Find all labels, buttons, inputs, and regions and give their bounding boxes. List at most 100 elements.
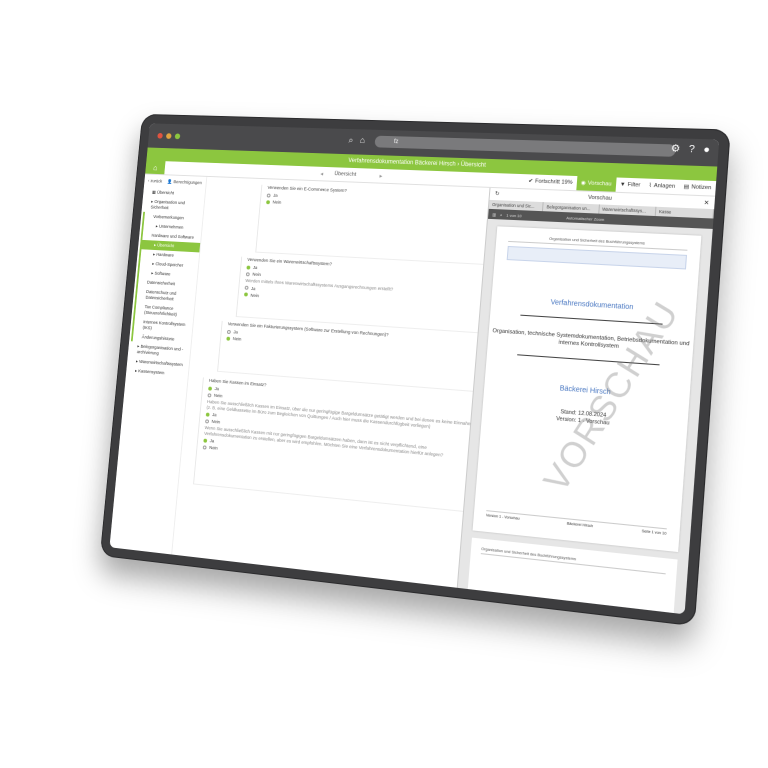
radio-icon — [203, 438, 208, 443]
sidebar-item-label: Hardware — [156, 251, 174, 258]
sidebar-item-label: Übersicht — [156, 242, 175, 249]
sidebar-item-label: Vorbemerkungen — [153, 214, 185, 221]
sidebar-item-label: Unternehmen — [158, 223, 184, 230]
tablet-device: ⌕ ⌂ fz ⚙ ? ● Verfahrensdokumentation Bäc… — [99, 113, 731, 627]
back-label: zurück — [150, 178, 163, 184]
page2-header: Organisation und Sicherheit des Buchführ… — [480, 546, 667, 575]
attachments-label: Anlagen — [653, 182, 676, 190]
preview-label: Vorschau — [587, 180, 612, 188]
home-button[interactable]: ⌂ — [145, 160, 166, 175]
eye-icon: ◉ — [580, 180, 586, 187]
radio-icon — [226, 329, 231, 334]
back-button[interactable]: ‹ zurück — [148, 178, 163, 184]
permissions-label: Berechtigungen — [173, 179, 203, 186]
sidebar-item-label: Datenschutz und Datensicherheit — [145, 289, 177, 302]
option-label: Ja — [212, 412, 217, 418]
radio-icon — [266, 193, 271, 198]
radio-icon — [244, 285, 249, 290]
sidebar-item-label: Übersicht — [156, 189, 175, 196]
page-indicator[interactable]: 1 von 10 — [506, 212, 522, 218]
radio-icon — [245, 271, 250, 276]
sidebar-toggle-icon[interactable]: ▥ — [492, 212, 496, 217]
radio-icon — [205, 412, 210, 417]
progress-indicator: ✔ Fortschritt 19% — [524, 174, 577, 190]
notes-button[interactable]: ▤ Notizen — [679, 180, 716, 196]
gear-icon[interactable]: ⚙ — [670, 143, 680, 155]
note-icon: ▤ — [683, 184, 690, 191]
filter-icon: ▼ — [619, 181, 626, 189]
footer-page: Seite 1 von 10 — [641, 529, 667, 536]
sidebar-item-label: Software — [154, 270, 171, 277]
question-ecommerce: Verwenden Sie ein E-Commerce System? Ja … — [255, 184, 496, 266]
chrome-actions: ⚙ ? ● — [670, 143, 710, 156]
sidebar-item-label: Hardware und Software — [151, 232, 195, 240]
user-icon[interactable]: ● — [703, 144, 710, 156]
radio-icon — [243, 292, 248, 297]
info-box — [506, 245, 688, 270]
option-label: Nein — [208, 444, 218, 451]
questionnaire: Verwenden Sie ein E-Commerce System? Ja … — [173, 177, 496, 588]
search-icon[interactable]: ⌕ — [500, 212, 503, 217]
option-label: Nein — [232, 336, 242, 342]
close-dot-icon[interactable] — [157, 132, 163, 139]
option-label: Ja — [273, 192, 278, 198]
sidebar-item-label: Datensicherheit — [146, 279, 176, 287]
window-title: Verfahrensdokumentation Bäckerei Hirsch … — [348, 158, 486, 169]
option-label: Nein — [211, 418, 221, 425]
refresh-icon[interactable]: ↻ — [495, 191, 500, 197]
footer-firm: Bäckerei Hirsch — [566, 521, 594, 529]
home-icon[interactable]: ⌂ — [359, 135, 365, 145]
footer-version: Version 1 - Vorschau — [485, 513, 520, 521]
option-label: Nein — [252, 271, 262, 278]
minimize-dot-icon[interactable] — [165, 133, 172, 139]
option-label: Ja — [233, 329, 239, 335]
option-label: Ja — [214, 386, 220, 392]
preview-pane: ↻ Vorschau ✕ Organisation und Sic... Bel… — [456, 187, 716, 615]
radio-icon — [226, 336, 231, 341]
radio-icon — [207, 392, 212, 397]
address-bar[interactable]: fz — [374, 135, 676, 157]
permissions-button[interactable]: 👤 Berechtigungen — [167, 179, 202, 186]
sidebar-item-label: Tax Compliance (Steuerehrlichkeit) — [143, 304, 178, 317]
address-text: fz — [393, 139, 399, 146]
radio-icon — [208, 386, 213, 391]
notes-label: Notizen — [691, 184, 712, 192]
preview-title: Vorschau — [587, 194, 613, 202]
section-label: Übersicht — [334, 171, 357, 178]
sidebar-item-label: Änderungshistorie — [141, 334, 175, 342]
sidebar-item-label: Kassensystem — [138, 368, 165, 376]
paperclip-icon: ⌇ — [648, 182, 652, 190]
preview-button[interactable]: ◉ Vorschau — [576, 176, 617, 192]
radio-icon — [202, 444, 207, 450]
maximize-dot-icon[interactable] — [174, 133, 181, 140]
prev-arrow-icon[interactable]: ◂ — [320, 170, 323, 177]
sidebar-item-label: Warenwirtschaftssystem — [138, 358, 184, 368]
sidebar-item-label: Belegorganisation und -archivierung — [136, 343, 184, 356]
progress-label: Fortschritt 19% — [534, 178, 573, 187]
search-icon[interactable]: ⌕ — [348, 135, 354, 146]
radio-icon — [246, 265, 251, 270]
window-controls — [157, 132, 181, 140]
radio-icon — [205, 418, 210, 423]
option-label: Nein — [213, 392, 223, 399]
option-label: Ja — [252, 264, 258, 271]
question-warenwirtschaft: Verwenden Sie ein Warenwirtschaftssystem… — [235, 256, 490, 334]
attachments-button[interactable]: ⌇ Anlagen — [644, 179, 680, 195]
option-label: Ja — [250, 285, 256, 291]
help-icon[interactable]: ? — [688, 144, 695, 156]
sidebar-item-label: Internes Kontrollsystem (IKS) — [142, 319, 186, 331]
next-arrow-icon[interactable]: ▸ — [379, 172, 382, 179]
radio-icon — [266, 199, 271, 204]
page-footer: Version 1 - Vorschau Bäckerei Hirsch Sei… — [485, 510, 667, 536]
filter-label: Filter — [627, 181, 641, 189]
zoom-select[interactable]: Automatischer Zoom — [566, 215, 604, 222]
option-label: Nein — [250, 292, 260, 298]
filter-button[interactable]: ▼ Filter — [615, 177, 645, 192]
screen: ⌕ ⌂ fz ⚙ ? ● Verfahrensdokumentation Bäc… — [109, 123, 720, 615]
check-icon: ✔ — [528, 178, 534, 185]
close-icon[interactable]: ✕ — [704, 199, 710, 206]
option-label: Nein — [272, 199, 282, 205]
preview-page: Organisation und Sicherheit des Buchführ… — [472, 226, 702, 553]
home-icon: ⌂ — [152, 163, 158, 172]
option-label: Ja — [209, 438, 215, 444]
